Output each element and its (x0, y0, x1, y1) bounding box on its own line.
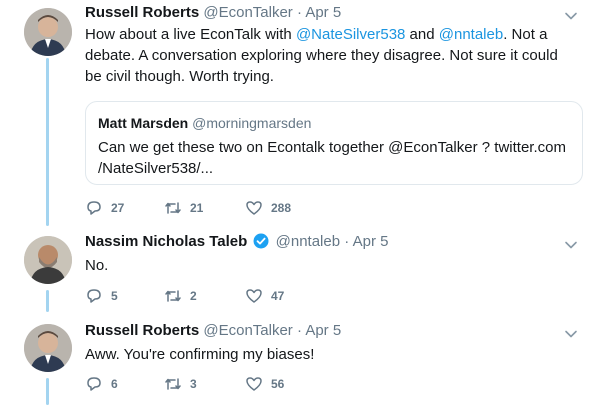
separator-dot: · (344, 233, 350, 250)
retweet-button[interactable]: 2 (164, 286, 197, 306)
separator-dot: · (296, 322, 302, 339)
chevron-down-icon[interactable] (564, 9, 578, 23)
like-button[interactable]: 56 (245, 374, 284, 394)
tweet-text: No. (85, 257, 109, 274)
verified-badge-icon (253, 233, 269, 249)
like-button[interactable]: 288 (245, 198, 291, 218)
reply-count: 5 (111, 289, 118, 303)
reply-button[interactable]: 6 (85, 374, 118, 394)
author-handle[interactable]: @EconTalker (203, 322, 292, 339)
quoted-author-name: Matt Marsden (98, 115, 189, 131)
like-count: 288 (271, 201, 292, 215)
heart-icon (246, 201, 262, 215)
tweet[interactable]: Nassim Nicholas Taleb @nntaleb · Apr 5 N… (0, 226, 600, 316)
author-name[interactable]: Nassim Nicholas Taleb (85, 233, 247, 250)
tweet-header: Nassim Nicholas Taleb @nntaleb · Apr 5 (85, 232, 388, 252)
tweet-text: Aww. You're confirming my biases! (85, 346, 315, 363)
avatar[interactable] (24, 236, 72, 284)
quoted-tweet-text: Can we get these two on Econtalk togethe… (98, 137, 570, 179)
retweet-icon (165, 378, 181, 390)
separator-dot: · (296, 4, 302, 21)
reply-button[interactable]: 5 (85, 286, 118, 306)
author-handle[interactable]: @EconTalker (203, 4, 292, 21)
heart-icon (246, 289, 262, 303)
reply-icon (87, 201, 101, 215)
tweet-text-part: and (405, 26, 439, 43)
quoted-text-line: Can we get these two on Econtalk togethe… (98, 139, 566, 156)
tweet-date[interactable]: Apr 5 (353, 233, 389, 250)
mention-link[interactable]: @nntaleb (439, 26, 503, 43)
tweet[interactable]: Russell Roberts @EconTalker · Apr 5 How … (0, 0, 600, 226)
avatar[interactable] (24, 324, 72, 372)
quoted-tweet-header: Matt Marsden @morningmarsden (98, 113, 570, 133)
avatar-portrait-icon (24, 324, 72, 372)
tweet-date[interactable]: Apr 5 (305, 4, 341, 21)
author-name[interactable]: Russell Roberts (85, 322, 199, 339)
tweet[interactable]: Russell Roberts @EconTalker · Apr 5 Aww.… (0, 316, 600, 405)
heart-icon (246, 377, 262, 391)
chevron-down-icon[interactable] (564, 327, 578, 341)
chevron-down-icon[interactable] (564, 238, 578, 252)
tweet-text-part: How about a live EconTalk with (85, 26, 296, 43)
reply-count: 6 (111, 377, 118, 391)
reply-button[interactable]: 27 (85, 198, 124, 218)
avatar-portrait-icon (24, 8, 72, 56)
retweet-icon (165, 202, 181, 214)
author-handle[interactable]: @nntaleb (276, 233, 340, 250)
tweet-header: Russell Roberts @EconTalker · Apr 5 (85, 321, 341, 341)
like-count: 47 (271, 289, 285, 303)
retweet-button[interactable]: 21 (164, 198, 203, 218)
retweet-icon (165, 290, 181, 302)
quoted-text-line: /NateSilver538/... (98, 160, 214, 177)
reply-icon (87, 377, 101, 391)
reply-count: 27 (111, 201, 125, 215)
like-count: 56 (271, 377, 285, 391)
avatar-portrait-icon (24, 236, 72, 284)
quoted-author-handle: @morningmarsden (192, 115, 312, 131)
reply-icon (87, 289, 101, 303)
tweet-text: How about a live EconTalk with @NateSilv… (85, 24, 575, 87)
mention-link[interactable]: @NateSilver538 (296, 26, 405, 43)
retweet-button[interactable]: 3 (164, 374, 197, 394)
retweet-count: 2 (190, 289, 197, 303)
like-button[interactable]: 47 (245, 286, 284, 306)
tweet-header: Russell Roberts @EconTalker · Apr 5 (85, 3, 341, 23)
avatar[interactable] (24, 8, 72, 56)
author-name[interactable]: Russell Roberts (85, 4, 199, 21)
tweet-date[interactable]: Apr 5 (305, 322, 341, 339)
retweet-count: 3 (190, 377, 197, 391)
retweet-count: 21 (190, 201, 204, 215)
quoted-tweet-card[interactable]: Matt Marsden @morningmarsden Can we get … (85, 101, 583, 185)
